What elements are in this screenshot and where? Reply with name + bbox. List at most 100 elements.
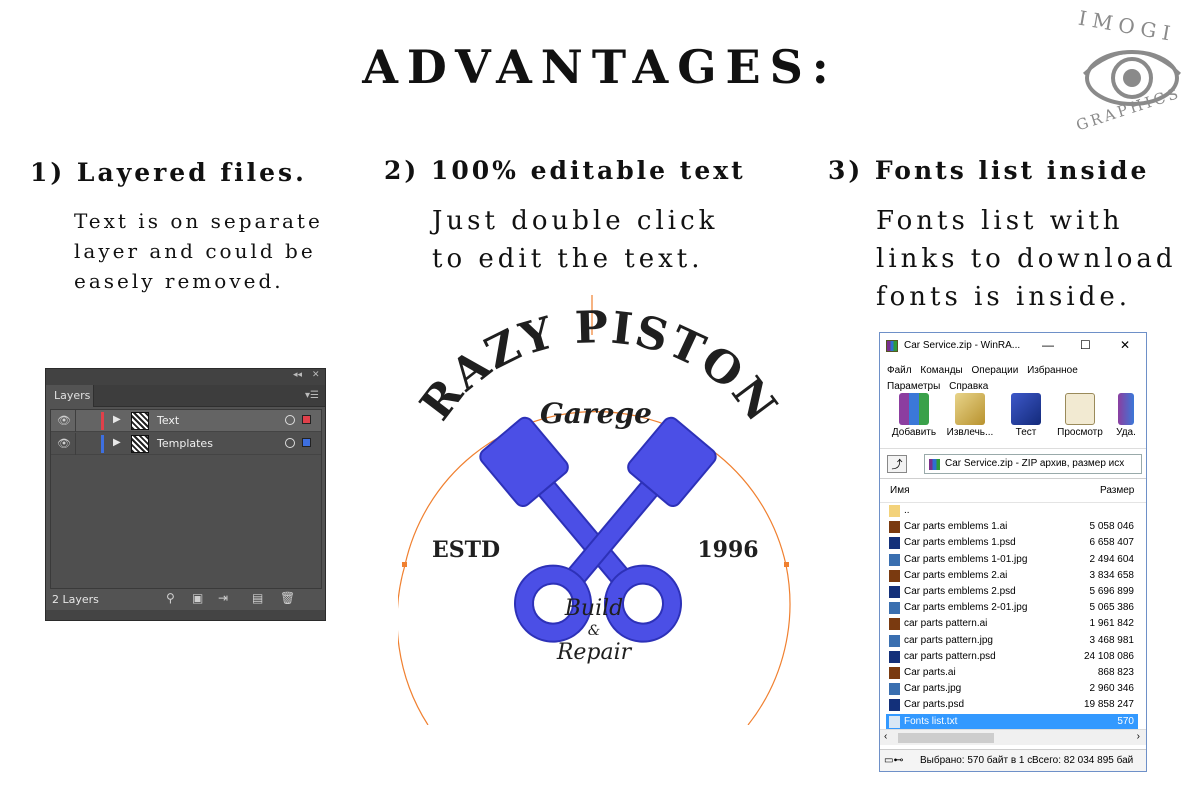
target-circle-icon[interactable] [285,438,295,448]
delete-button[interactable]: Уда. [1106,393,1146,438]
file-row[interactable]: Car parts.psd 19 858 247 [886,697,1138,713]
minimize-button[interactable]: — [1042,338,1054,352]
menu-item-file[interactable]: Файл [887,365,912,376]
badge-estd-text: ESTD [432,537,500,563]
column-header-size[interactable]: Размер [1100,485,1134,496]
file-row[interactable]: Fonts list.txt 570 [886,713,1138,730]
file-size: 570 [1117,715,1134,727]
menu-item-favorites[interactable]: Избранное [1027,365,1078,376]
layer-count: 2 Layers [52,593,99,606]
layer-name[interactable]: Text [157,414,179,427]
column-headers: Имя Размер [880,479,1146,503]
layer-row-templates[interactable]: 👁 ▶ Templates [51,433,321,455]
up-folder-button[interactable]: ⤴ [887,455,907,473]
file-row[interactable]: .. [886,503,1138,519]
selection-square[interactable] [302,438,311,447]
file-row[interactable]: Car parts emblems 2-01.jpg 5 065 386 [886,600,1138,616]
file-row[interactable]: Car parts emblems 1-01.jpg 2 494 604 [886,552,1138,568]
file-row[interactable]: car parts pattern.psd 24 108 086 [886,649,1138,665]
ai-file-icon [889,667,900,679]
visibility-eye-icon[interactable]: 👁 [57,414,71,427]
column-1-line: layer and could be [74,239,316,263]
file-row[interactable]: Car parts emblems 2.ai 3 834 658 [886,568,1138,584]
file-size: 5 696 899 [1089,586,1135,597]
selection-square[interactable] [302,415,311,424]
column-3-text: Fonts list with links to download fonts … [876,202,1177,316]
expand-triangle-icon[interactable]: ▶ [113,414,121,425]
scrollbar-thumb[interactable] [898,733,994,743]
panel-menu-icon[interactable]: ▾☰ [305,390,319,401]
close-button[interactable]: ✕ [1120,338,1130,352]
target-circle-icon[interactable] [285,415,295,425]
jpg-file-icon [889,634,900,647]
file-row[interactable]: Car parts emblems 1.psd 6 658 407 [886,535,1138,551]
layer-row-text[interactable]: 👁 ▶ Text [51,410,321,432]
file-size: 868 823 [1097,667,1134,678]
column-2-heading: 2) 100% editable text [384,156,746,185]
menu-item-commands[interactable]: Команды [920,365,962,376]
file-name: Car parts emblems 1.psd [904,537,1016,549]
file-row[interactable]: Car parts emblems 2.psd 5 696 899 [886,584,1138,600]
add-button[interactable]: Добавить [886,393,942,438]
menu-item-help[interactable]: Справка [949,381,988,392]
jpg-file-icon [889,553,900,566]
address-field[interactable]: Car Service.zip - ZIP архив, размер исх [924,454,1142,474]
badge-year-text: 1996 [697,537,758,563]
delete-icon [1118,393,1134,425]
search-icon[interactable]: ⚲ [166,591,175,605]
new-layer-icon[interactable]: ▤ [252,591,263,605]
file-row[interactable]: Car parts emblems 1.ai 5 058 046 [886,519,1138,535]
file-size: 19 858 247 [1083,699,1134,711]
ai-file-icon [889,521,900,534]
add-archive-icon [899,393,929,425]
extract-button[interactable]: Извлечь... [942,393,998,438]
address-text: Car Service.zip - ZIP архив, размер исх [945,458,1125,469]
crazy-pistons-badge: CRAZY PISTONS Garege ESTD 1996 Build & R… [398,295,791,725]
make-mask-icon[interactable]: ▣ [192,591,203,605]
column-1-line: Text is on separate [74,209,323,233]
file-row[interactable]: Car parts.jpg 2 960 346 [886,681,1138,697]
menu-item-operations[interactable]: Операции [972,365,1019,376]
scroll-right-arrow-icon[interactable]: › [1137,731,1140,742]
view-button[interactable]: Просмотр [1052,393,1108,438]
menu-item-options[interactable]: Параметры [887,381,940,392]
scroll-left-arrow-icon[interactable]: ‹ [884,731,887,742]
column-3-heading: 3) Fonts list inside [828,156,1150,185]
visibility-eye-icon[interactable]: 👁 [57,437,71,450]
status-selected: Выбрано: 570 байт в 1 с [920,755,1033,766]
horizontal-scrollbar[interactable]: ‹ › [880,729,1146,745]
resize-grip[interactable] [46,610,325,620]
layer-name[interactable]: Templates [157,437,213,450]
trash-icon[interactable]: 🗑 [280,591,295,605]
extract-icon [955,393,985,425]
toolbar-label: Просмотр [1057,427,1103,438]
file-row[interactable]: car parts pattern.jpg 3 468 981 [886,633,1138,649]
collapse-icon[interactable]: ◂◂ [293,370,302,380]
file-name: car parts pattern.ai [904,618,988,630]
column-3-line: Fonts list with [876,206,1124,236]
folder-icon [889,505,900,517]
tab-layers[interactable]: Layers [46,385,94,407]
close-icon[interactable]: ✕ [312,370,320,380]
psd-file-icon [889,586,900,598]
expand-triangle-icon[interactable]: ▶ [113,437,121,448]
menu-bar: Файл Команды Операции Избранное Параметр… [880,359,1146,393]
move-layer-icon[interactable]: ⇥ [218,591,228,605]
test-button[interactable]: Тест [998,393,1054,438]
maximize-button[interactable]: ☐ [1080,338,1091,352]
file-name: Car parts emblems 2.ai [904,569,1008,581]
file-name: car parts pattern.jpg [904,634,993,646]
file-name: Car parts.psd [904,699,965,711]
toolbar-label: Тест [1015,427,1037,438]
panel-title-bar[interactable]: ◂◂ ✕ [46,369,325,385]
file-row[interactable]: car parts pattern.ai 1 961 842 [886,616,1138,632]
window-title-bar[interactable]: Car Service.zip - WinRA... — ☐ ✕ [880,333,1146,359]
column-header-name[interactable]: Имя [890,485,909,496]
imogi-graphics-logo: IMOGI GRAPHICS [1066,6,1196,138]
file-row[interactable]: Car parts.ai 868 823 [886,665,1138,681]
file-name: Fonts list.txt [904,715,958,727]
status-total: Всего: 82 034 895 бай [1032,755,1134,766]
column-2-line: Just double click [432,206,719,236]
window-title: Car Service.zip - WinRA... [904,340,1021,351]
panel-footer: 2 Layers ⚲ ▣ ⇥ ▤ 🗑 [46,588,325,610]
